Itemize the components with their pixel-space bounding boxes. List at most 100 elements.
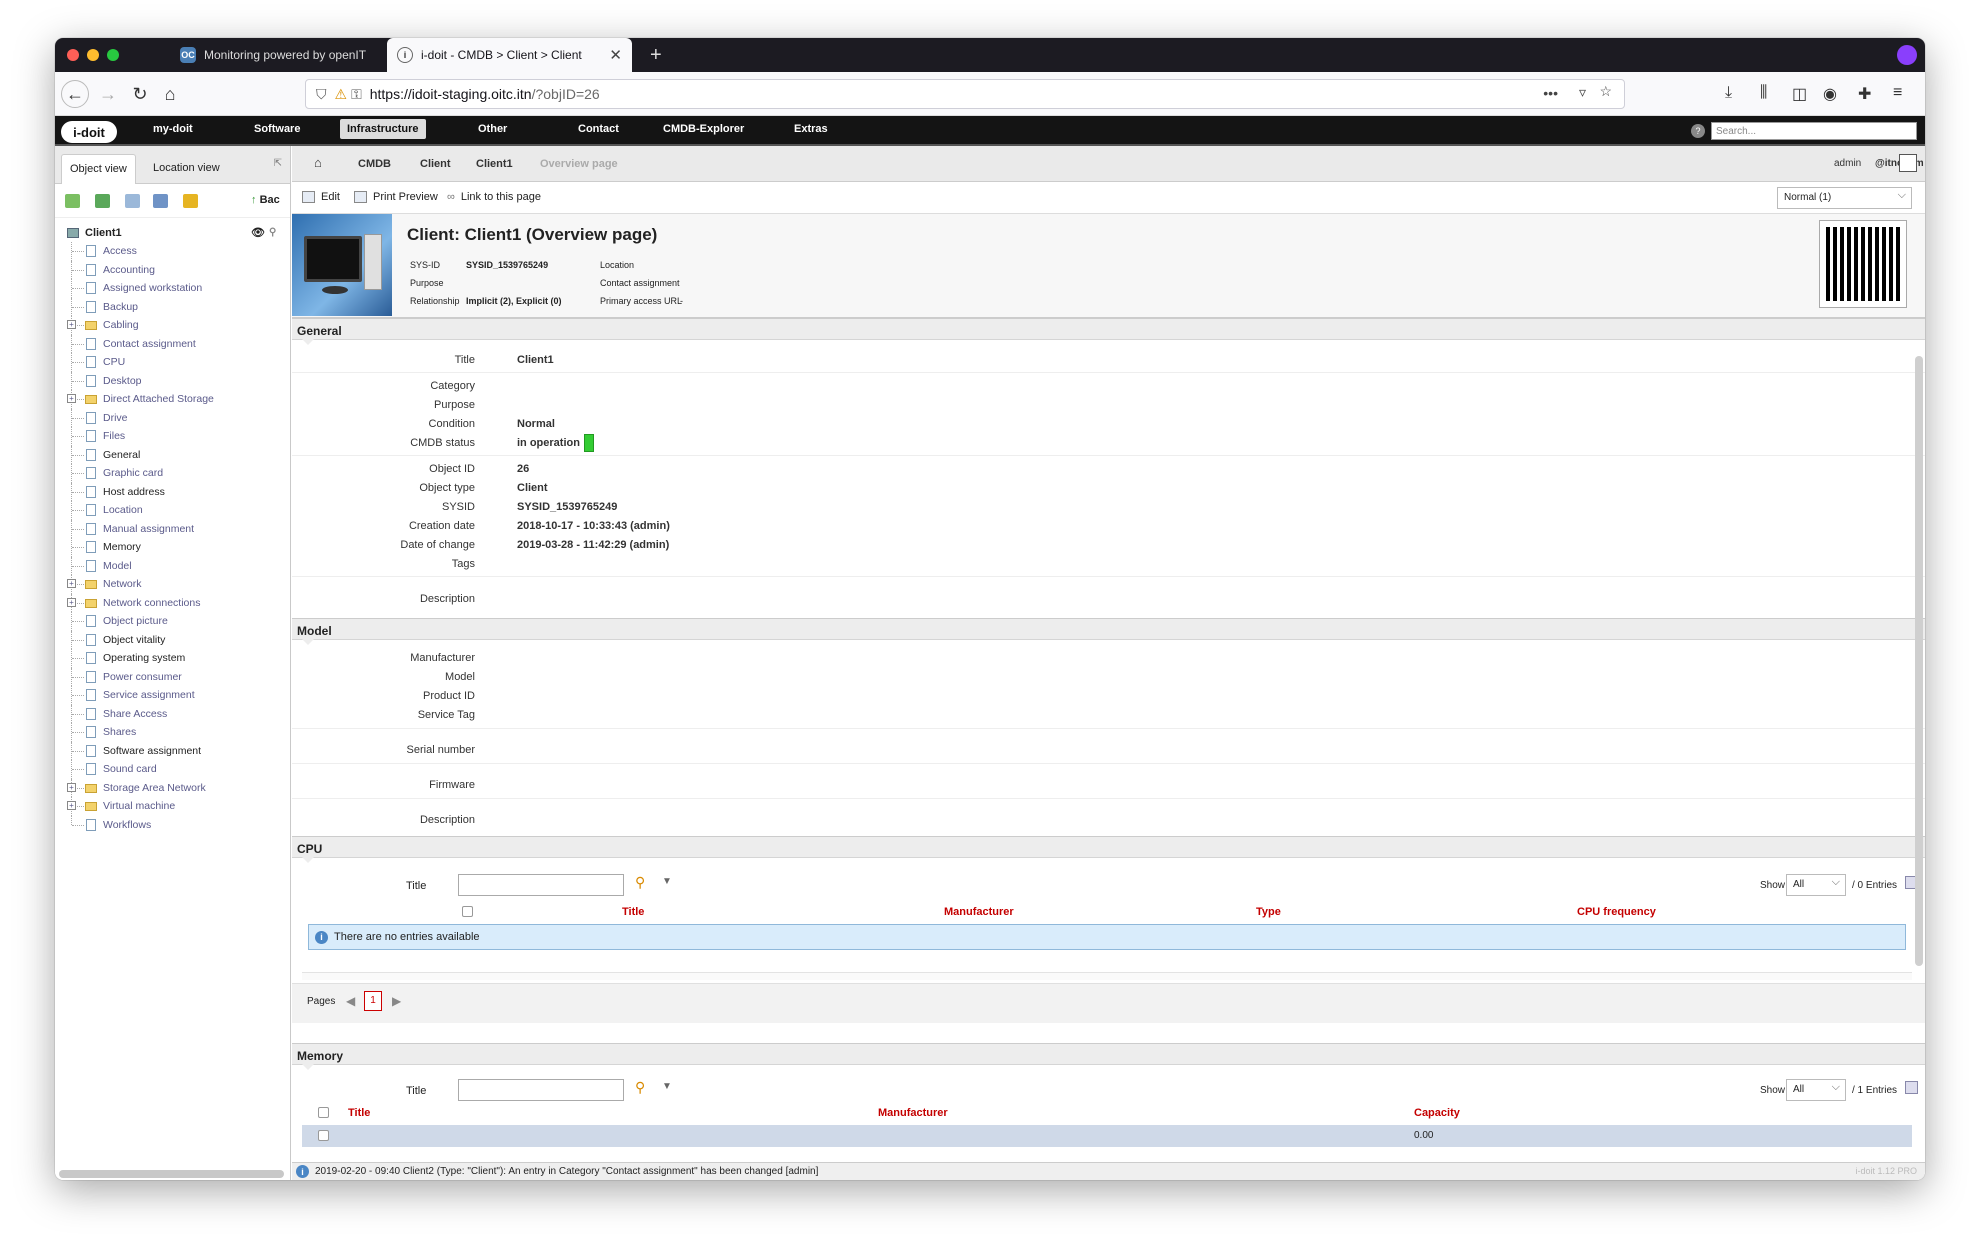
- sidebar-item-drive[interactable]: Drive: [55, 408, 290, 427]
- tree-root[interactable]: Client1 👁 ⚲: [55, 224, 290, 242]
- global-search-input[interactable]: Search...: [1711, 122, 1917, 140]
- sidebar-item-desktop[interactable]: Desktop: [55, 371, 290, 390]
- sidebar-item-cpu[interactable]: CPU: [55, 353, 290, 372]
- browser-tab-idoit[interactable]: i i-doit - CMDB > Client > Client ✕: [387, 38, 632, 72]
- expand-icon[interactable]: +: [67, 320, 76, 329]
- sidebar-item-manual-assignment[interactable]: Manual assignment: [55, 519, 290, 538]
- cpu-select-all-checkbox[interactable]: [462, 906, 473, 917]
- breadcrumb-cmdb[interactable]: CMDB: [358, 158, 391, 170]
- cpu-col-manufacturer[interactable]: Manufacturer: [944, 906, 1014, 918]
- cpu-col-cpu-frequency[interactable]: CPU frequency: [1577, 906, 1656, 918]
- book-icon[interactable]: [153, 194, 168, 208]
- sidebar-item-contact-assignment[interactable]: Contact assignment: [55, 334, 290, 353]
- tab-close-icon[interactable]: ✕: [609, 46, 622, 64]
- sidebar-item-graphic-card[interactable]: Graphic card: [55, 464, 290, 483]
- sidebar-item-sound-card[interactable]: Sound card: [55, 760, 290, 779]
- memory-show-select[interactable]: All: [1786, 1079, 1846, 1101]
- cpu-show-select[interactable]: All: [1786, 874, 1846, 896]
- sidebar-item-location[interactable]: Location: [55, 501, 290, 520]
- account-icon[interactable]: ◉: [1823, 84, 1837, 104]
- qr-code[interactable]: [1819, 220, 1907, 308]
- main-scrollbar[interactable]: [1915, 356, 1923, 966]
- sidebar-item-network-connections[interactable]: + Network connections: [55, 593, 290, 612]
- magnifier-icon[interactable]: ⚲: [269, 224, 276, 242]
- menu-my-doit[interactable]: my-doit: [153, 123, 193, 135]
- menu-extras[interactable]: Extras: [794, 123, 828, 135]
- search-icon[interactable]: ⚲: [635, 1079, 645, 1096]
- edit-button[interactable]: Edit: [302, 191, 340, 203]
- breadcrumb-client[interactable]: Client: [420, 158, 451, 170]
- sidebar-item-access[interactable]: Access: [55, 242, 290, 261]
- cpu-col-type[interactable]: Type: [1256, 906, 1281, 918]
- filter-dropdown-icon[interactable]: ▼: [662, 1081, 672, 1092]
- menu-cmdb-explorer[interactable]: CMDB-Explorer: [663, 123, 744, 135]
- lock-icon[interactable]: [183, 194, 198, 208]
- sidebar-item-accounting[interactable]: Accounting: [55, 260, 290, 279]
- memory-filter-input[interactable]: [458, 1079, 624, 1101]
- page-actions-icon[interactable]: •••: [1543, 85, 1558, 101]
- sidebar-item-object-vitality[interactable]: Object vitality: [55, 630, 290, 649]
- sidebar-item-backup[interactable]: Backup: [55, 297, 290, 316]
- menu-infrastructure[interactable]: Infrastructure: [340, 119, 426, 139]
- popout-icon[interactable]: ⇱: [274, 158, 282, 169]
- sidebar-item-workflows[interactable]: Workflows: [55, 815, 290, 835]
- pocket-icon[interactable]: ▿: [1579, 84, 1586, 101]
- download-icon[interactable]: ⤓: [1725, 84, 1732, 102]
- sidebar-item-operating-system[interactable]: Operating system: [55, 649, 290, 668]
- home-icon[interactable]: ⌂: [157, 81, 183, 107]
- minimize-window-button[interactable]: [87, 49, 99, 61]
- bookmark-star-icon[interactable]: ☆: [1599, 83, 1612, 100]
- tab-object-view[interactable]: Object view: [61, 154, 136, 184]
- back-arrow-icon[interactable]: ←: [61, 80, 89, 108]
- search-icon[interactable]: ⚲: [635, 874, 645, 891]
- tab-location-view[interactable]: Location view: [145, 154, 228, 184]
- sidebar-item-storage-area-network[interactable]: + Storage Area Network: [55, 778, 290, 797]
- menu-software[interactable]: Software: [254, 123, 300, 135]
- reload-icon[interactable]: ↻: [127, 81, 153, 107]
- cpu-filter-input[interactable]: [458, 874, 624, 896]
- extensions-icon[interactable]: ✚: [1858, 84, 1871, 104]
- sidebar-icon[interactable]: ◫: [1792, 84, 1807, 104]
- menu-other[interactable]: Other: [478, 123, 507, 135]
- sidebar-item-network[interactable]: + Network: [55, 575, 290, 594]
- sidebar-item-software-assignment[interactable]: Software assignment: [55, 741, 290, 760]
- user-avatar-icon[interactable]: [1899, 154, 1917, 172]
- table-row[interactable]: 0.00: [302, 1125, 1912, 1147]
- menu-icon[interactable]: ≡: [1893, 84, 1902, 102]
- sidebar-item-shares[interactable]: Shares: [55, 723, 290, 742]
- list-icon[interactable]: [125, 194, 140, 208]
- sidebar-item-host-address[interactable]: Host address: [55, 482, 290, 501]
- sidebar-item-object-picture[interactable]: Object picture: [55, 612, 290, 631]
- sidebar-item-files[interactable]: Files: [55, 427, 290, 446]
- sidebar-item-direct-attached-storage[interactable]: + Direct Attached Storage: [55, 390, 290, 409]
- forward-arrow-icon[interactable]: →: [95, 81, 121, 107]
- expand-all-icon[interactable]: [95, 194, 110, 208]
- expand-icon[interactable]: +: [67, 782, 76, 792]
- home-icon[interactable]: ⌂: [314, 155, 322, 170]
- menu-contact[interactable]: Contact: [578, 123, 619, 135]
- sidebar-item-share-access[interactable]: Share Access: [55, 704, 290, 723]
- sidebar-item-service-assignment[interactable]: Service assignment: [55, 686, 290, 705]
- print-preview-button[interactable]: Print Preview: [354, 191, 438, 203]
- expand-icon[interactable]: +: [67, 597, 76, 607]
- page-number[interactable]: 1: [364, 991, 382, 1011]
- new-tab-button[interactable]: +: [640, 38, 672, 72]
- tree-icon[interactable]: [65, 194, 80, 208]
- filter-dropdown-icon[interactable]: ▼: [662, 876, 672, 887]
- url-bar[interactable]: ⛉ ⚠ ⚿ https://idoit-staging.oitc.itn/?ob…: [305, 79, 1625, 109]
- sidebar-item-assigned-workstation[interactable]: Assigned workstation: [55, 279, 290, 298]
- sidebar-item-virtual-machine[interactable]: + Virtual machine: [55, 797, 290, 816]
- back-button[interactable]: ↑ Bac: [251, 194, 280, 206]
- eye-icon[interactable]: 👁: [251, 224, 265, 242]
- link-page-button[interactable]: ∞ Link to this page: [447, 191, 541, 203]
- view-mode-select[interactable]: Normal (1): [1777, 187, 1912, 209]
- sidebar-item-power-consumer[interactable]: Power consumer: [55, 667, 290, 686]
- memory-col-title[interactable]: Title: [348, 1107, 370, 1119]
- close-window-button[interactable]: [67, 49, 79, 61]
- row-checkbox[interactable]: [318, 1130, 329, 1141]
- cpu-col-title[interactable]: Title: [622, 906, 644, 918]
- memory-select-all-checkbox[interactable]: [318, 1107, 329, 1118]
- sidebar-item-memory[interactable]: Memory: [55, 538, 290, 557]
- memory-col-manufacturer[interactable]: Manufacturer: [878, 1107, 948, 1119]
- help-icon[interactable]: ?: [1691, 124, 1705, 138]
